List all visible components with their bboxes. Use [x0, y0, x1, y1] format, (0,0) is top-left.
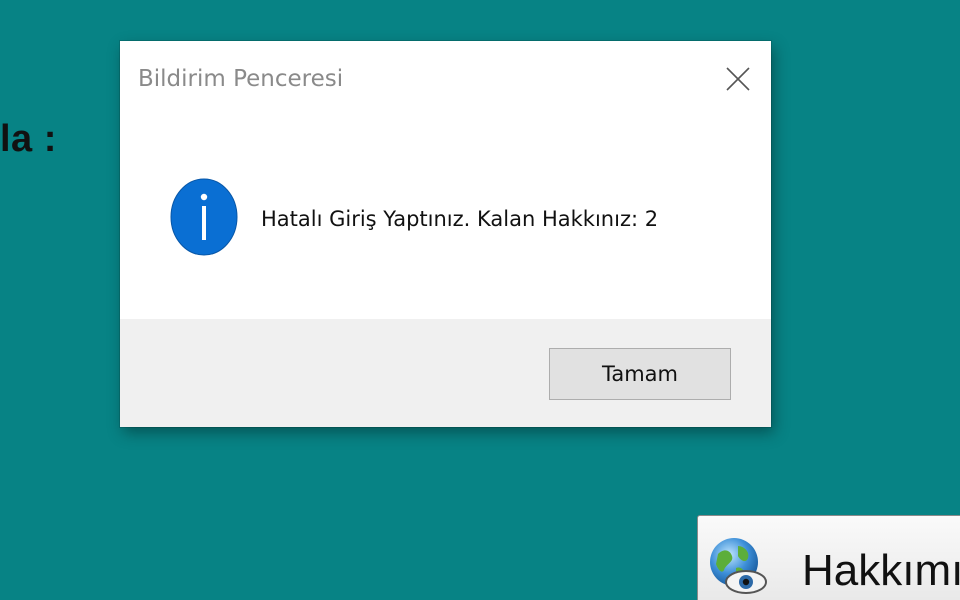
about-us-label: Hakkımız	[802, 546, 960, 595]
about-us-button[interactable]: Hakkımız	[697, 515, 960, 600]
ok-button[interactable]: Tamam	[549, 348, 731, 400]
dialog-title: Bildirim Penceresi	[138, 66, 344, 92]
close-button[interactable]	[718, 61, 758, 97]
dialog-message: Hatalı Giriş Yaptınız. Kalan Hakkınız: 2	[261, 207, 659, 231]
notification-dialog: Bildirim Penceresi Hatalı Giriş Yaptınız…	[120, 41, 771, 427]
info-icon	[170, 178, 238, 256]
globe-eye-icon	[710, 538, 767, 594]
dialog-footer: Tamam	[120, 319, 771, 427]
close-icon	[726, 67, 750, 91]
background-form-label: la :	[0, 118, 57, 160]
